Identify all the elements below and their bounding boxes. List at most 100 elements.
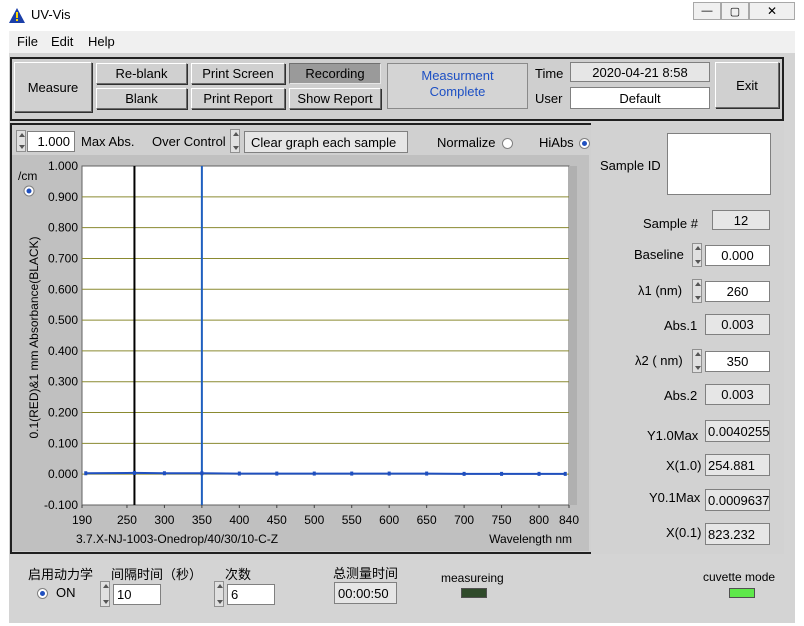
recording-button[interactable]: Recording (289, 63, 381, 84)
user-field[interactable]: Default (570, 87, 710, 109)
x-tick-label: 450 (267, 513, 287, 527)
x10-display: 254.881 (705, 454, 770, 476)
measure-button[interactable]: Measure (14, 62, 92, 112)
kinetics-on-radio[interactable] (37, 588, 48, 599)
count-input[interactable]: 6 (227, 584, 275, 605)
data-point (132, 470, 136, 475)
lambda2-input[interactable]: 350 (705, 351, 770, 372)
hiabs-label: HiAbs (539, 135, 574, 150)
y-tick-label: 0.500 (48, 313, 78, 327)
y-tick-label: -0.100 (44, 498, 78, 512)
cuvette-mode-indicator (729, 588, 755, 598)
max-abs-stepper[interactable] (16, 130, 26, 152)
time-label: Time (535, 66, 564, 81)
sample-id-field[interactable] (667, 133, 771, 195)
print-report-button[interactable]: Print Report (191, 88, 285, 109)
data-point (537, 471, 541, 476)
unit-radio-dot (26, 188, 32, 194)
data-point (312, 471, 316, 476)
lambda1-input[interactable]: 260 (705, 281, 770, 302)
window-title: UV-Vis (31, 7, 71, 22)
y-tick-label: 1.000 (48, 159, 78, 173)
menu-edit[interactable]: Edit (51, 34, 73, 49)
interval-input[interactable]: 10 (113, 584, 161, 605)
blank-button[interactable]: Blank (96, 88, 187, 109)
x01-display: 823.232 (705, 523, 770, 545)
measurement-status: Measurment Complete (387, 63, 528, 109)
baseline-label: Baseline (634, 247, 684, 262)
count-label: 次数 (225, 567, 252, 582)
lambda2-stepper[interactable] (692, 349, 702, 373)
abs2-display: 0.003 (705, 384, 770, 405)
x10-label: X(1.0) (666, 458, 702, 473)
maximize-button[interactable]: ▢ (721, 2, 749, 20)
x-tick-label: 550 (342, 513, 362, 527)
app-warning-icon (9, 8, 25, 23)
data-point (275, 471, 279, 476)
time-display: 2020-04-21 8:58 (570, 62, 710, 82)
unit-label: /cm (18, 169, 37, 183)
minimize-icon: — (701, 5, 713, 17)
data-point (500, 471, 504, 476)
plot-area (81, 165, 570, 506)
sample-number-display: 12 (712, 210, 770, 230)
count-stepper[interactable] (214, 581, 224, 607)
minimize-button[interactable]: — (693, 2, 721, 20)
x-tick-label: 800 (529, 513, 549, 527)
over-control-label: Over Control (152, 134, 226, 149)
lambda1-stepper[interactable] (692, 279, 702, 303)
kinetics-on-label: ON (56, 585, 76, 600)
close-button[interactable]: ✕ (749, 2, 795, 20)
max-abs-input[interactable]: 1.000 (27, 131, 75, 152)
x-tick-label: 700 (454, 513, 474, 527)
data-point (162, 471, 166, 476)
y-tick-label: 0.300 (48, 375, 78, 389)
x-tick-label: 650 (417, 513, 437, 527)
measuring-label: measureing (441, 571, 504, 585)
y-tick-label: 0.100 (48, 436, 78, 450)
measuring-indicator (461, 588, 487, 598)
y-axis-label: 0.1(RED)&1 mm Absorbance(BLACK) (27, 236, 41, 438)
data-point (350, 471, 354, 476)
title-bar: UV-Vis — ▢ ✕ (0, 0, 804, 30)
data-point (387, 471, 391, 476)
baseline-stepper[interactable] (692, 243, 702, 267)
normalize-radio[interactable] (502, 138, 513, 149)
menu-file[interactable]: File (17, 34, 38, 49)
baseline-input[interactable]: 0.000 (705, 245, 770, 266)
plot-side-strip (569, 166, 577, 505)
x-tick-label: 350 (192, 513, 212, 527)
show-report-button[interactable]: Show Report (289, 88, 381, 109)
y-tick-label: 0.600 (48, 282, 78, 296)
user-label: User (535, 91, 563, 106)
data-point (462, 471, 466, 476)
print-screen-button[interactable]: Print Screen (191, 63, 285, 84)
lambda1-label: λ1 (nm) (638, 283, 683, 298)
x-axis-label: Wavelength nm (489, 532, 572, 546)
series-line (85, 471, 566, 475)
exit-button[interactable]: Exit (715, 62, 779, 108)
y01max-label: Y0.1Max (649, 490, 701, 505)
interval-stepper[interactable] (100, 581, 110, 607)
y10max-label: Y1.0Max (647, 428, 699, 443)
x-tick-label: 750 (492, 513, 512, 527)
hiabs-radio[interactable] (579, 138, 590, 149)
y-tick-label: 0.400 (48, 344, 78, 358)
x-tick-label: 190 (72, 513, 92, 527)
menu-bar: File Edit Help (9, 31, 795, 53)
over-control-stepper[interactable] (230, 129, 240, 153)
data-point (563, 471, 567, 476)
data-point (200, 471, 204, 476)
cuvette-mode-label: cuvette mode (703, 570, 776, 584)
over-control-select[interactable]: Clear graph each sample (244, 131, 408, 153)
normalize-label: Normalize (437, 135, 496, 150)
reblank-button[interactable]: Re-blank (96, 63, 187, 84)
menu-help[interactable]: Help (88, 34, 115, 49)
absorbance-chart[interactable]: 1.000 0.900 0.800 0.700 0.600 0.500 0.400 0.300… (12, 155, 589, 551)
interval-label: 间隔时间（秒） (111, 567, 203, 582)
y-tick-label: 0.200 (48, 406, 78, 420)
total-time-display: 00:00:50 (334, 582, 397, 604)
y-tick-label: 0.800 (48, 221, 78, 235)
sample-number-label: Sample # (643, 216, 698, 231)
x-tick-label: 600 (379, 513, 399, 527)
